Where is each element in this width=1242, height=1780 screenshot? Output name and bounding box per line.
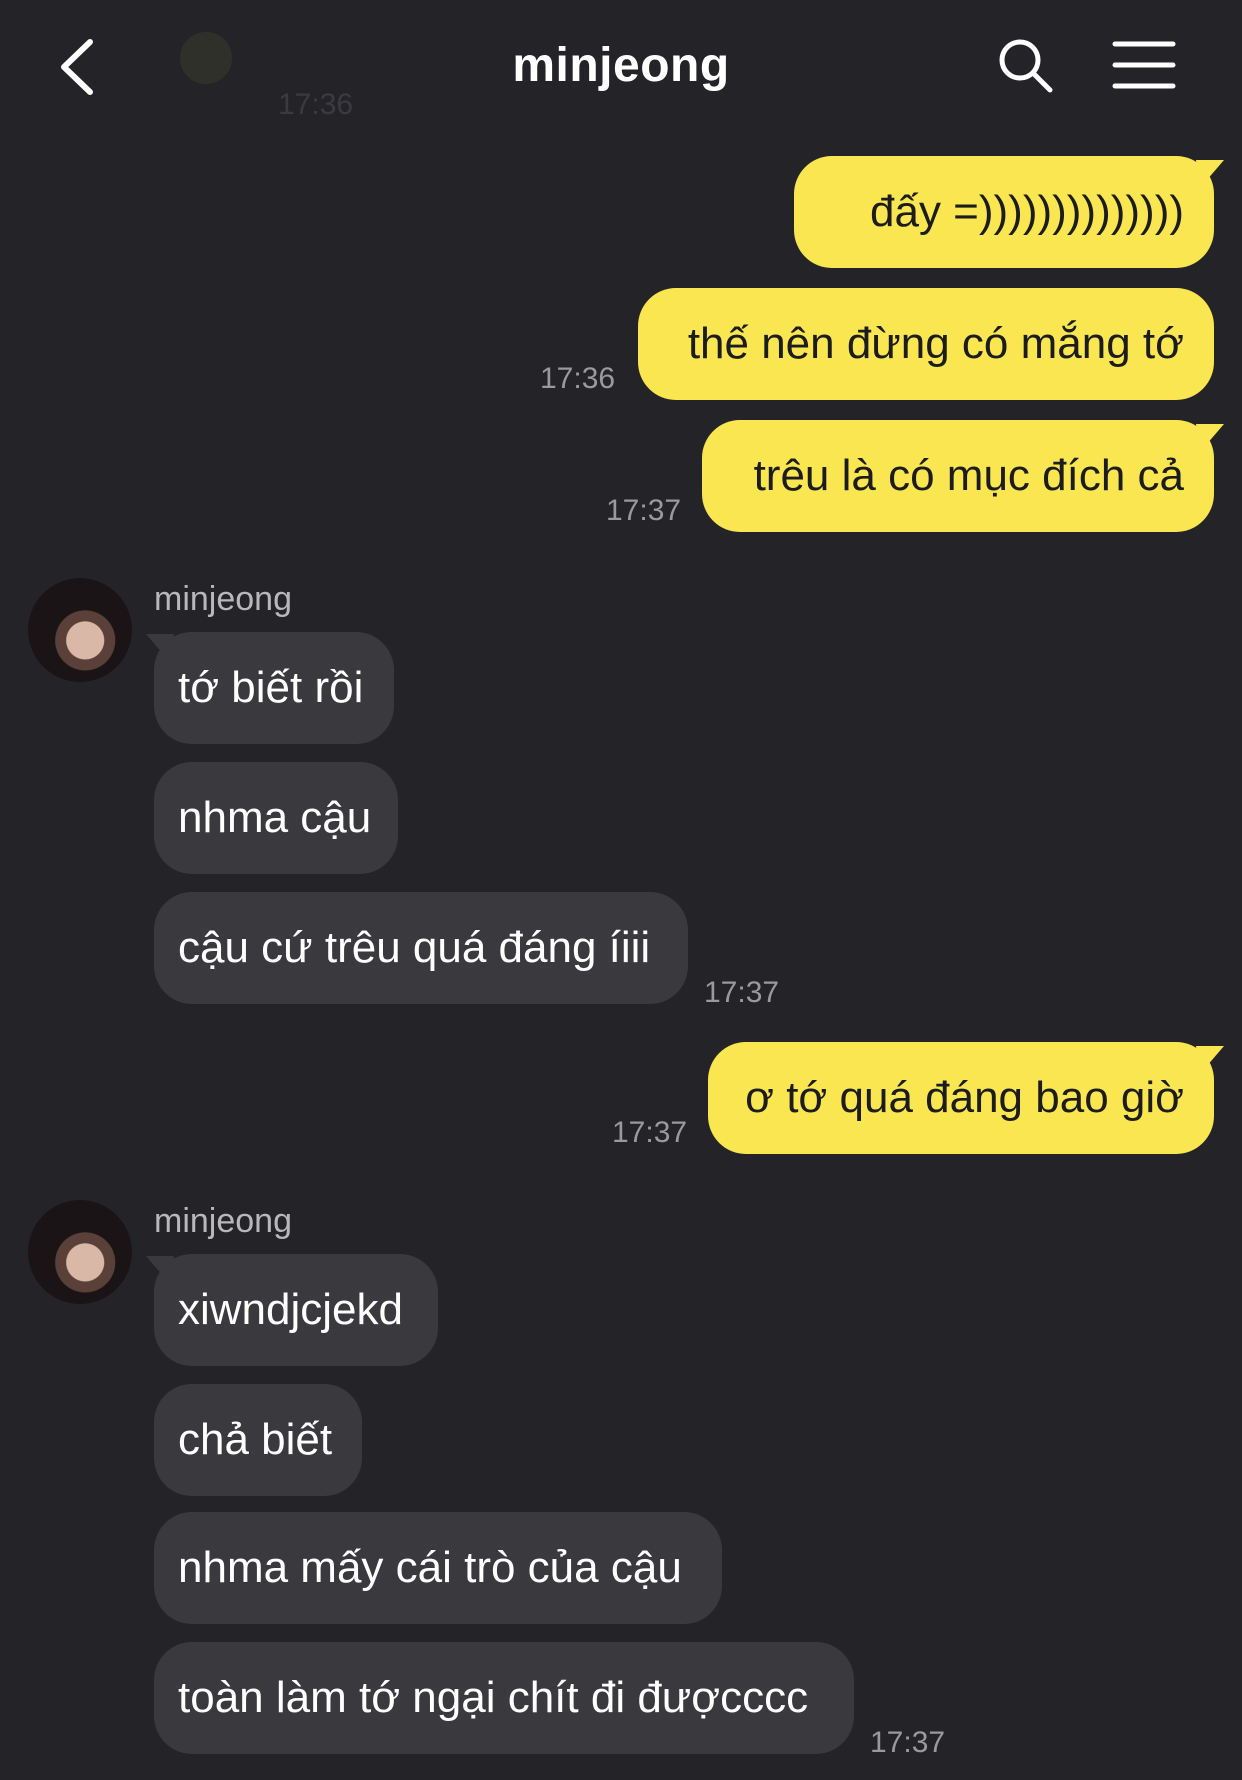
contact-avatar[interactable]: [28, 1200, 132, 1304]
my-message-bubble[interactable]: ơ tớ quá đáng bao giờ: [708, 1042, 1214, 1154]
search-button[interactable]: [996, 36, 1056, 96]
sender-name: minjeong: [154, 1202, 292, 1240]
my-message-bubble[interactable]: đấy =)))))))))))))): [794, 156, 1214, 268]
message-timestamp: 17:37: [870, 1726, 946, 1759]
their-message-bubble[interactable]: nhma cậu: [154, 762, 398, 874]
message-timestamp: 17:36: [540, 362, 616, 395]
their-message-bubble[interactable]: toàn làm tớ ngại chít đi đượcccc: [154, 1642, 854, 1754]
menu-button[interactable]: [1112, 40, 1176, 90]
my-message-bubble[interactable]: trêu là có mục đích cả: [702, 420, 1214, 532]
chat-header: 17:36 minjeong: [0, 0, 1242, 130]
faded-timestamp: 17:36: [278, 88, 354, 121]
their-message-bubble[interactable]: tớ biết rồi: [154, 632, 394, 744]
their-message-bubble[interactable]: chả biết: [154, 1384, 362, 1496]
message-timestamp: 17:37: [606, 494, 682, 527]
hamburger-menu-icon: [1112, 41, 1176, 89]
message-timestamp: 17:37: [704, 976, 780, 1009]
their-message-bubble[interactable]: xiwndjcjekd: [154, 1254, 438, 1366]
contact-avatar[interactable]: [28, 578, 132, 682]
my-message-bubble[interactable]: thế nên đừng có mắng tớ: [638, 288, 1214, 400]
sender-name: minjeong: [154, 580, 292, 618]
message-timestamp: 17:37: [612, 1116, 688, 1149]
their-message-bubble[interactable]: cậu cứ trêu quá đáng íiii: [154, 892, 688, 1004]
their-message-bubble[interactable]: nhma mấy cái trò của cậu: [154, 1512, 722, 1624]
search-icon: [999, 39, 1053, 93]
